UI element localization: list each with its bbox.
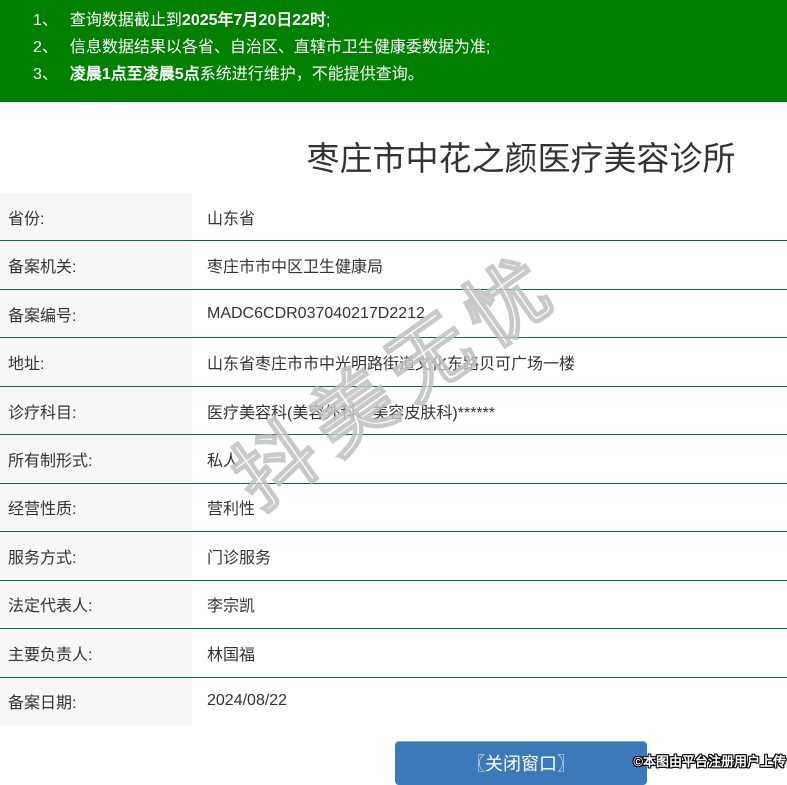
row-label: 省份:	[0, 193, 192, 240]
table-row-service-mode: 服务方式: 门诊服务	[0, 532, 787, 580]
notice-text: 查询数据截止到	[70, 12, 182, 29]
row-label: 经营性质:	[0, 484, 192, 531]
row-label: 备案编号:	[0, 290, 192, 337]
row-label: 所有制形式:	[0, 435, 192, 482]
table-row-ownership: 所有制形式: 私人	[0, 435, 787, 483]
notice-line-2: 2、信息数据结果以各省、自治区、直辖市卫生健康委数据为准;	[33, 34, 777, 61]
row-label: 地址:	[0, 338, 192, 385]
row-value: 林国福	[192, 629, 255, 676]
row-value: 门诊服务	[192, 532, 271, 579]
close-window-button[interactable]: 〖关闭窗口〗	[395, 741, 647, 785]
notice-line-1: 1、查询数据截止到2025年7月20日22时;	[33, 7, 777, 34]
table-row-address: 地址: 山东省枣庄市市中光明路街道文化东路贝可广场一楼	[0, 338, 787, 386]
table-row-filing-authority: 备案机关: 枣庄市市中区卫生健康局	[0, 241, 787, 289]
row-value: 营利性	[192, 484, 255, 531]
notice-text: 系统进行维护，不能提供查询。	[200, 66, 424, 83]
row-label: 主要负责人:	[0, 629, 192, 676]
notice-number: 3、	[33, 66, 58, 83]
clinic-title: 枣庄市中花之颜医疗美容诊所	[255, 141, 787, 176]
notice-text-bold: 凌晨1点至凌晨5点	[70, 66, 200, 83]
table-row-legal-representative: 法定代表人: 李宗凯	[0, 581, 787, 629]
notice-text: 信息数据结果以各省、自治区、直辖市卫生健康委数据为准;	[70, 39, 490, 56]
row-label: 法定代表人:	[0, 581, 192, 628]
row-value: 李宗凯	[192, 581, 255, 628]
table-row-principal: 主要负责人: 林国福	[0, 629, 787, 677]
row-value: 私人	[192, 435, 239, 482]
table-row-business-nature: 经营性质: 营利性	[0, 484, 787, 532]
row-label: 备案机关:	[0, 241, 192, 288]
table-row-departments: 诊疗科目: 医疗美容科(美容外科、美容皮肤科)******	[0, 387, 787, 435]
table-row-province: 省份: 山东省	[0, 193, 787, 241]
row-value: MADC6CDR037040217D2212	[192, 290, 425, 337]
notice-line-3: 3、凌晨1点至凌晨5点系统进行维护，不能提供查询。	[33, 61, 777, 88]
info-table: 省份: 山东省 备案机关: 枣庄市市中区卫生健康局 备案编号: MADC6CDR…	[0, 193, 787, 725]
row-value: 山东省	[192, 193, 255, 240]
notice-text: ;	[326, 12, 330, 29]
row-value: 医疗美容科(美容外科、美容皮肤科)******	[192, 387, 495, 434]
notice-number: 2、	[33, 39, 58, 56]
notice-bar: 1、查询数据截止到2025年7月20日22时; 2、信息数据结果以各省、自治区、…	[0, 0, 787, 102]
table-row-filing-number: 备案编号: MADC6CDR037040217D2212	[0, 290, 787, 338]
photo-credit-watermark: ©本图由平台注册用户上传	[633, 751, 786, 770]
notice-number: 1、	[33, 12, 58, 29]
row-label: 诊疗科目:	[0, 387, 192, 434]
row-value: 山东省枣庄市市中光明路街道文化东路贝可广场一楼	[192, 338, 575, 385]
table-row-filing-date: 备案日期: 2024/08/22	[0, 678, 787, 725]
row-label: 备案日期:	[0, 678, 192, 725]
row-label: 服务方式:	[0, 532, 192, 579]
row-value: 2024/08/22	[192, 678, 287, 725]
notice-text-bold: 2025年7月20日22时	[182, 12, 326, 29]
row-value: 枣庄市市中区卫生健康局	[192, 241, 383, 288]
